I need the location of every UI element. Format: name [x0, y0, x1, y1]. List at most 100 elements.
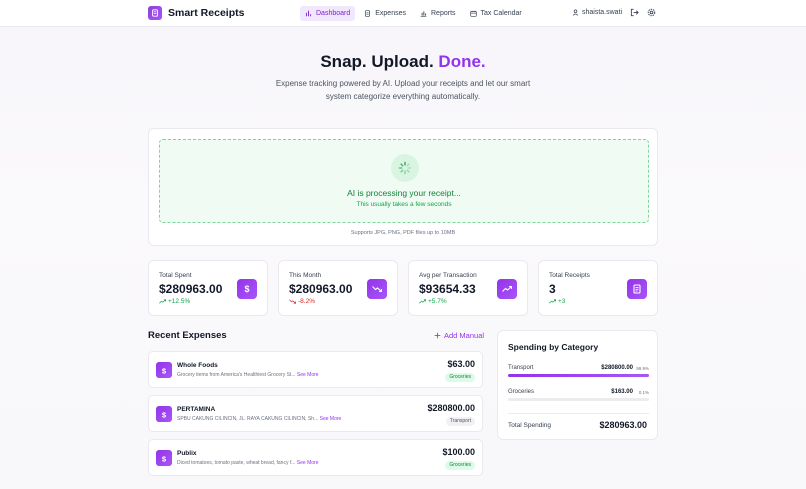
trend-up-icon: [497, 279, 517, 299]
receipt-icon: [365, 10, 371, 17]
expense-item[interactable]: $ PERTAMINA SPBU CAKUNG CILINCIN, JL. RA…: [148, 395, 483, 432]
see-more-link[interactable]: See More: [320, 416, 342, 422]
stat-change-value: +12.5%: [168, 298, 191, 305]
expense-amount: $100.00: [442, 447, 475, 457]
trend-up-icon: [549, 299, 556, 304]
expense-description: Grocery items from America's Healthiest …: [177, 372, 319, 378]
receipt-logo-icon: [148, 6, 162, 20]
calendar-icon: [469, 10, 477, 17]
receipt-dropzone[interactable]: AI is processing your receipt... This us…: [159, 139, 649, 223]
category-name: Transport: [508, 365, 534, 371]
gear-icon[interactable]: [647, 8, 656, 17]
add-manual-button[interactable]: Add Manual: [434, 331, 484, 340]
nav-dashboard-label: Dashboard: [316, 10, 351, 17]
category-badge: Transport: [445, 417, 475, 426]
stat-change: -8.2%: [289, 298, 315, 305]
nav-reports[interactable]: Reports: [415, 6, 461, 21]
processing-substatus: This usually takes a few seconds: [356, 201, 452, 208]
svg-text:$: $: [162, 454, 167, 463]
category-card-title: Spending by Category: [508, 342, 599, 352]
user-menu[interactable]: shaista.swati: [572, 9, 622, 16]
expense-amount: $63.00: [447, 359, 475, 369]
expense-item[interactable]: $ Publix Diced tomatoes, tomato paste, w…: [148, 439, 483, 476]
category-amount: $163.00: [611, 389, 633, 395]
user-area: shaista.swati: [572, 8, 656, 17]
category-percent: 0.1%: [638, 389, 649, 395]
main-nav: Dashboard Expenses Reports Tax Calendar: [300, 6, 527, 21]
stat-change-value: +3: [558, 298, 566, 305]
dollar-icon: $: [237, 279, 257, 299]
expense-description-text: SPBU CAKUNG CILINCIN, JL. RAYA CAKUNG CI…: [177, 416, 319, 422]
nav-tax-calendar-label: Tax Calendar: [480, 10, 522, 17]
nav-expenses-label: Expenses: [375, 10, 406, 17]
stat-change: +3: [549, 298, 565, 305]
nav-dashboard[interactable]: Dashboard: [300, 6, 356, 21]
category-badge: Groceries: [445, 373, 475, 382]
stat-change-value: -8.2%: [298, 298, 315, 305]
trend-up-icon: [159, 299, 166, 304]
category-name: Groceries: [508, 389, 535, 395]
category-badge: Groceries: [445, 461, 475, 470]
app-name: Smart Receipts: [168, 7, 245, 19]
divider: [508, 413, 649, 414]
hero-subtitle: Expense tracking powered by AI. Upload y…: [275, 79, 531, 101]
svg-text:$: $: [162, 366, 167, 375]
hero-title-main: Snap. Upload.: [320, 52, 434, 71]
expense-description: Diced tomatoes, tomato paste, wheat brea…: [177, 460, 318, 466]
stat-change: +12.5%: [159, 298, 190, 305]
expense-amount: $280800.00: [427, 403, 475, 413]
supported-formats: Supports JPG, PNG, PDF files up to 10MB: [350, 230, 456, 236]
see-more-link[interactable]: See More: [297, 460, 319, 466]
processing-status: AI is processing your receipt...: [347, 188, 461, 198]
category-bar-fill: [508, 374, 649, 377]
category-bar-track: [508, 374, 649, 377]
stat-label: Avg per Transaction: [419, 272, 477, 279]
nav-expenses[interactable]: Expenses: [359, 6, 411, 21]
stat-label: Total Spent: [159, 272, 192, 279]
stat-value: $280963.00: [289, 282, 353, 296]
expense-description-text: Diced tomatoes, tomato paste, wheat brea…: [177, 460, 296, 466]
svg-text:$: $: [162, 410, 167, 419]
stat-total-receipts: Total Receipts 3 +3: [538, 260, 658, 316]
expense-item[interactable]: $ Whole Foods Grocery items from America…: [148, 351, 483, 388]
stat-value: $93654.33: [419, 282, 476, 296]
svg-text:$: $: [244, 284, 249, 294]
bar-chart-icon: [305, 10, 312, 17]
expense-merchant: Publix: [177, 450, 197, 457]
trend-down-icon: [367, 279, 387, 299]
add-manual-label: Add Manual: [444, 331, 485, 340]
stat-value: 3: [549, 282, 556, 296]
expense-description-text: Grocery items from America's Healthiest …: [177, 372, 296, 378]
category-amount: $280800.00: [601, 365, 633, 371]
spending-by-category-card: Spending by Category Transport $280800.0…: [497, 330, 658, 440]
upload-card: AI is processing your receipt... This us…: [148, 128, 658, 246]
expense-merchant: Whole Foods: [177, 362, 218, 369]
stat-total-spent: Total Spent $280963.00 +12.5% $: [148, 260, 268, 316]
stat-change-value: +5.7%: [428, 298, 447, 305]
total-spending-value: $280963.00: [599, 420, 647, 430]
top-header: Smart Receipts Dashboard Expenses Report…: [0, 0, 806, 27]
hero-title: Snap. Upload. Done.: [0, 52, 806, 72]
stat-change: +5.7%: [419, 298, 447, 305]
brand[interactable]: Smart Receipts: [148, 6, 244, 20]
expense-description: SPBU CAKUNG CILINCIN, JL. RAYA CAKUNG CI…: [177, 416, 341, 422]
trend-down-icon: [289, 299, 296, 304]
hero-title-accent: Done.: [438, 52, 486, 71]
category-bar-track: [508, 398, 649, 401]
stat-value: $280963.00: [159, 282, 223, 296]
stat-avg-transaction: Avg per Transaction $93654.33 +5.7%: [408, 260, 528, 316]
user-icon: [572, 9, 579, 16]
stat-label: This Month: [289, 272, 322, 279]
nav-tax-calendar[interactable]: Tax Calendar: [465, 6, 527, 21]
total-spending-label: Total Spending: [508, 422, 552, 429]
receipt-icon: [627, 279, 647, 299]
category-percent: 99.9%: [636, 365, 649, 371]
expense-merchant: PERTAMINA: [177, 406, 216, 413]
stat-this-month: This Month $280963.00 -8.2%: [278, 260, 398, 316]
stat-label: Total Receipts: [549, 272, 590, 279]
dollar-icon: $: [156, 406, 172, 422]
see-more-link[interactable]: See More: [297, 372, 319, 378]
trend-up-icon: [419, 299, 426, 304]
logout-icon[interactable]: [630, 8, 639, 17]
dollar-icon: $: [156, 450, 172, 466]
